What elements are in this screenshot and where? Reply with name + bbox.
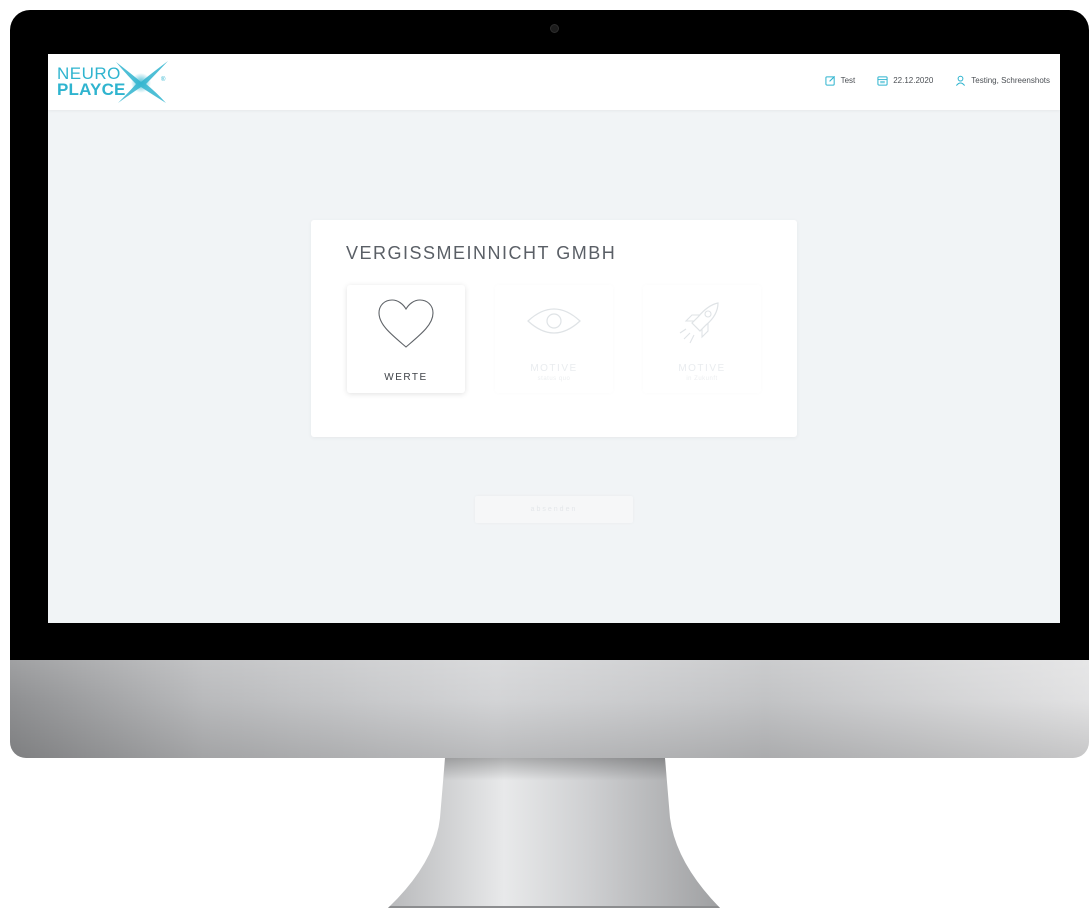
rocket-icon — [679, 302, 719, 344]
calendar-icon — [877, 76, 888, 86]
heart-icon — [378, 299, 434, 348]
header-item-user[interactable]: Testing, Schreenshots — [955, 75, 1050, 86]
top-bar: NEURO PLAYCE ® Test 22.12.2020 Testing, … — [48, 54, 1060, 110]
eye-icon — [527, 308, 581, 334]
submit-button[interactable]: absenden — [475, 496, 633, 523]
tile-label: MOTIVE — [678, 363, 726, 374]
registered-mark: ® — [161, 76, 166, 83]
header-item-test[interactable]: Test — [824, 75, 856, 86]
header-item-label: Test — [840, 76, 856, 85]
header-item-label: Testing, Schreenshots — [971, 76, 1050, 85]
tile-label: WERTE — [384, 372, 428, 383]
header-item-date[interactable]: 22.12.2020 — [877, 75, 933, 86]
logo-star-icon: ® — [116, 61, 168, 103]
company-card: VERGISSMEINNICHT GMBH WERTE MOTIVE statu… — [311, 220, 797, 437]
company-title: VERGISSMEINNICHT GMBH — [346, 243, 617, 263]
monitor-stand — [388, 758, 720, 908]
tile-motive-status-quo[interactable]: MOTIVE status quo — [495, 285, 613, 393]
tile-werte[interactable]: WERTE — [347, 285, 465, 393]
tile-sublabel: in Zukunft — [686, 376, 718, 382]
tile-label: MOTIVE — [530, 363, 578, 374]
tile-sublabel: status quo — [537, 376, 571, 382]
edit-square-icon — [824, 75, 835, 86]
app-screen: NEURO PLAYCE ® Test 22.12.2020 Testing, … — [48, 54, 1060, 623]
user-icon — [956, 75, 966, 86]
header-item-label: 22.12.2020 — [893, 76, 934, 85]
tile-motive-zukunft[interactable]: MOTIVE in Zukunft — [643, 285, 761, 393]
neuroplayce-logo[interactable]: NEURO PLAYCE ® — [57, 61, 177, 103]
webcam — [550, 24, 559, 33]
header-nav: Test 22.12.2020 Testing, Schreenshots — [824, 75, 1050, 86]
